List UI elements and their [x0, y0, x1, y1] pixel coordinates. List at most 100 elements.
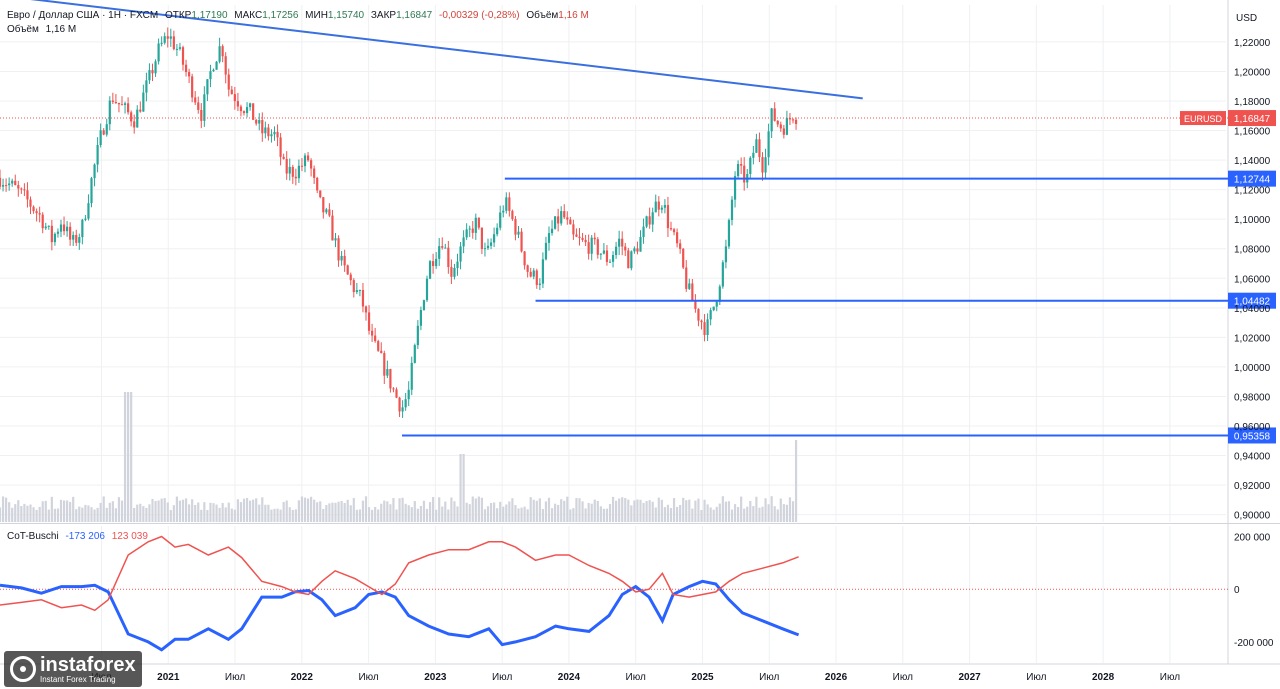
- candle-body: [563, 211, 566, 218]
- volume-bar: [340, 501, 343, 522]
- volume-bar: [636, 499, 639, 522]
- candle-body: [282, 156, 285, 159]
- candle-body: [676, 232, 679, 244]
- volume-bar: [111, 501, 114, 522]
- volume-bar: [468, 504, 471, 522]
- candle-body: [142, 92, 145, 112]
- candle-body: [291, 166, 294, 177]
- candle-body: [215, 61, 218, 70]
- volume-bar: [709, 507, 712, 522]
- volume-bar: [166, 502, 169, 522]
- candle-body: [541, 259, 544, 284]
- candle-body: [264, 127, 267, 134]
- candle-body: [398, 397, 401, 412]
- candle-body: [569, 219, 572, 225]
- candle-body: [151, 70, 154, 74]
- volume-bar: [685, 500, 688, 522]
- volume-bar: [50, 496, 53, 522]
- candle-body: [584, 239, 587, 243]
- candle-body: [422, 300, 426, 311]
- candle-body: [35, 211, 38, 214]
- symbol-title: Евро / Доллар США · 1Н · FXCM: [7, 10, 159, 21]
- volume-bar: [486, 506, 490, 522]
- candle-body: [428, 261, 432, 279]
- candle-body: [517, 231, 520, 235]
- candle-body: [587, 242, 590, 254]
- volume-bar: [160, 498, 163, 522]
- volume-bar: [715, 506, 718, 522]
- volume-bar: [142, 506, 145, 522]
- candle-body: [608, 261, 612, 263]
- candle-body: [249, 103, 252, 108]
- volume-bar: [496, 508, 499, 522]
- candle-body: [322, 197, 325, 213]
- brand-logo[interactable]: instaforex Instant Forex Trading: [4, 651, 142, 687]
- candle-body: [123, 103, 127, 105]
- volume-bar: [17, 500, 20, 522]
- candle-body: [560, 211, 563, 224]
- volume-bar: [343, 502, 346, 522]
- candle-body: [224, 56, 227, 75]
- candle-body: [474, 217, 477, 233]
- volume-bar: [435, 509, 438, 522]
- cot-blue-value: -173 206: [65, 531, 105, 542]
- candle-body: [621, 238, 624, 247]
- candle-body: [438, 246, 441, 259]
- volume-bar: [212, 503, 215, 522]
- candle-body: [145, 80, 148, 93]
- volume-bar: [367, 507, 371, 522]
- volume-bar: [105, 507, 108, 522]
- candle-body: [361, 290, 365, 307]
- candle-body: [255, 119, 258, 124]
- candle-body: [0, 177, 2, 187]
- candle-body: [191, 76, 194, 98]
- candle-body: [377, 341, 380, 351]
- volume-bar: [694, 500, 697, 522]
- volume-bar: [544, 501, 548, 522]
- volume-bar: [615, 500, 618, 522]
- volume-bar: [117, 497, 121, 522]
- candle-body: [148, 70, 151, 81]
- volume-bar: [47, 509, 50, 522]
- volume-row-label: Объём: [7, 24, 39, 35]
- candle-body: [389, 369, 392, 389]
- candle-body: [374, 335, 377, 342]
- candle-body: [81, 219, 84, 238]
- chart-canvas[interactable]: 1,127441,044820,95358EURUSD 1,168471,2200…: [0, 0, 1280, 689]
- price-tick-label: 1,16000: [1234, 127, 1271, 138]
- volume-bar: [514, 505, 517, 522]
- volume-bar: [233, 509, 236, 522]
- candle-body: [660, 207, 663, 210]
- candle-body: [66, 226, 69, 232]
- candle-body: [136, 109, 139, 128]
- candle-body: [84, 218, 87, 220]
- volume-bar: [172, 505, 175, 522]
- candle-body: [114, 101, 117, 103]
- volume-bar: [227, 502, 230, 522]
- volume-bar: [178, 500, 182, 522]
- open-value: 1,17190: [191, 10, 228, 21]
- candle-body: [737, 164, 740, 177]
- candle-body: [294, 176, 297, 179]
- volume-bar: [621, 497, 624, 522]
- volume-bar: [660, 499, 663, 522]
- time-tick-label: Июл: [225, 672, 245, 683]
- volume-bar: [364, 496, 368, 522]
- volume-bar: [517, 508, 520, 522]
- volume-bar: [572, 508, 575, 522]
- currency-label: USD: [1236, 13, 1258, 24]
- candle-body: [273, 131, 276, 135]
- volume-bar: [374, 506, 377, 522]
- candle-body: [169, 36, 172, 39]
- volume-bar: [310, 496, 313, 522]
- candle-body: [5, 185, 8, 187]
- candle-body: [1, 185, 5, 187]
- volume-bar: [72, 496, 75, 522]
- volume-bar: [493, 502, 496, 522]
- candle-body: [651, 212, 654, 225]
- volume-bar: [130, 392, 133, 522]
- volume-bar: [0, 507, 2, 522]
- volume-bar: [605, 508, 609, 522]
- time-tick-label: 2022: [291, 672, 314, 683]
- volume-bar: [630, 505, 633, 522]
